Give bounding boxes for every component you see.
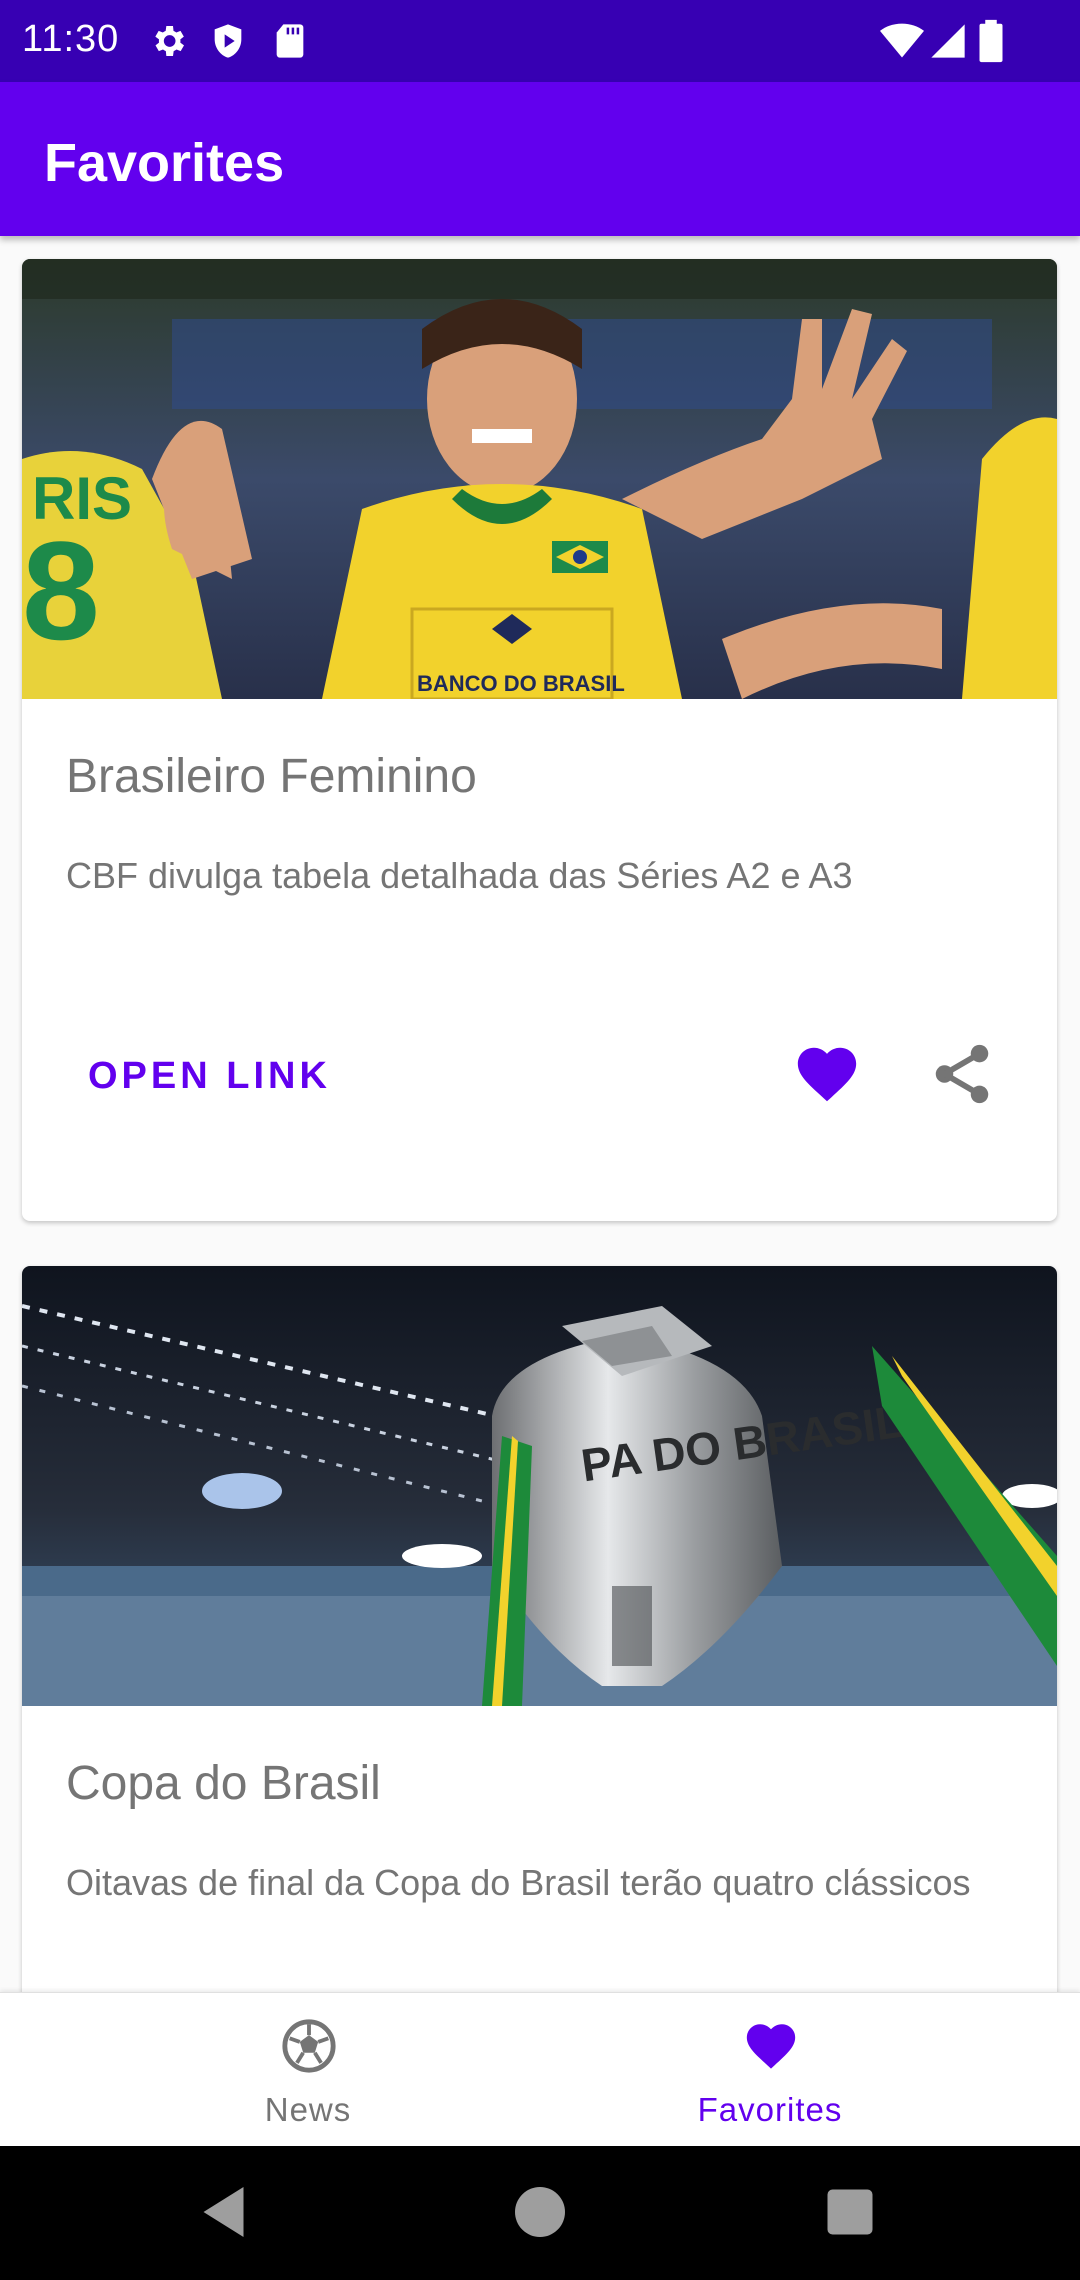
signal-icon — [931, 24, 965, 58]
page-title: Favorites — [44, 133, 285, 193]
news-card: RIS 8 BANCO DO BRASIL Brasileiro Feminin… — [22, 259, 1057, 1221]
recents-icon[interactable] — [820, 2182, 880, 2242]
open-link-button[interactable]: OPEN LINK — [88, 1055, 331, 1098]
home-icon[interactable] — [510, 2182, 570, 2242]
nav-label-news: News — [264, 2091, 352, 2128]
sd-card-icon — [276, 24, 304, 58]
app-bar: Favorites — [0, 82, 1080, 236]
nav-label-favorites: Favorites — [697, 2091, 843, 2128]
card-image-trophy: PA DO BRASIL — [22, 1266, 1057, 1706]
card-title: Copa do Brasil — [66, 1757, 381, 1810]
play-protect-icon — [214, 24, 242, 58]
heart-icon — [746, 2024, 796, 2069]
battery-icon — [979, 19, 1003, 63]
share-icon[interactable] — [927, 1039, 997, 1109]
status-time: 11:30 — [22, 18, 120, 60]
wifi-icon — [880, 23, 924, 58]
favorites-list[interactable]: RIS 8 BANCO DO BRASIL Brasileiro Feminin… — [0, 236, 1080, 1992]
system-navigation-bar — [0, 2146, 1080, 2280]
news-card: PA DO BRASIL Copa do Brasil Oitavas de f… — [22, 1266, 1057, 1992]
svg-text:BANCO DO BRASIL: BANCO DO BRASIL — [417, 671, 625, 696]
card-image-volleyball: RIS 8 BANCO DO BRASIL — [22, 259, 1057, 699]
svg-text:8: 8 — [22, 512, 100, 669]
bottom-navigation: News Favorites — [0, 1992, 1080, 2147]
card-title: Brasileiro Feminino — [66, 750, 477, 803]
soccer-ball-icon — [282, 2019, 336, 2073]
nav-item-news[interactable]: News — [38, 1993, 578, 2147]
back-icon[interactable] — [196, 2182, 256, 2242]
card-description: Oitavas de final da Copa do Brasil terão… — [66, 1862, 971, 1903]
card-description: CBF divulga tabela detalhada das Séries … — [66, 855, 853, 896]
status-bar: 11:30 — [0, 0, 1080, 82]
nav-item-favorites[interactable]: Favorites — [500, 1993, 1040, 2147]
settings-icon — [155, 26, 184, 56]
favorite-heart-icon[interactable] — [792, 1039, 862, 1109]
